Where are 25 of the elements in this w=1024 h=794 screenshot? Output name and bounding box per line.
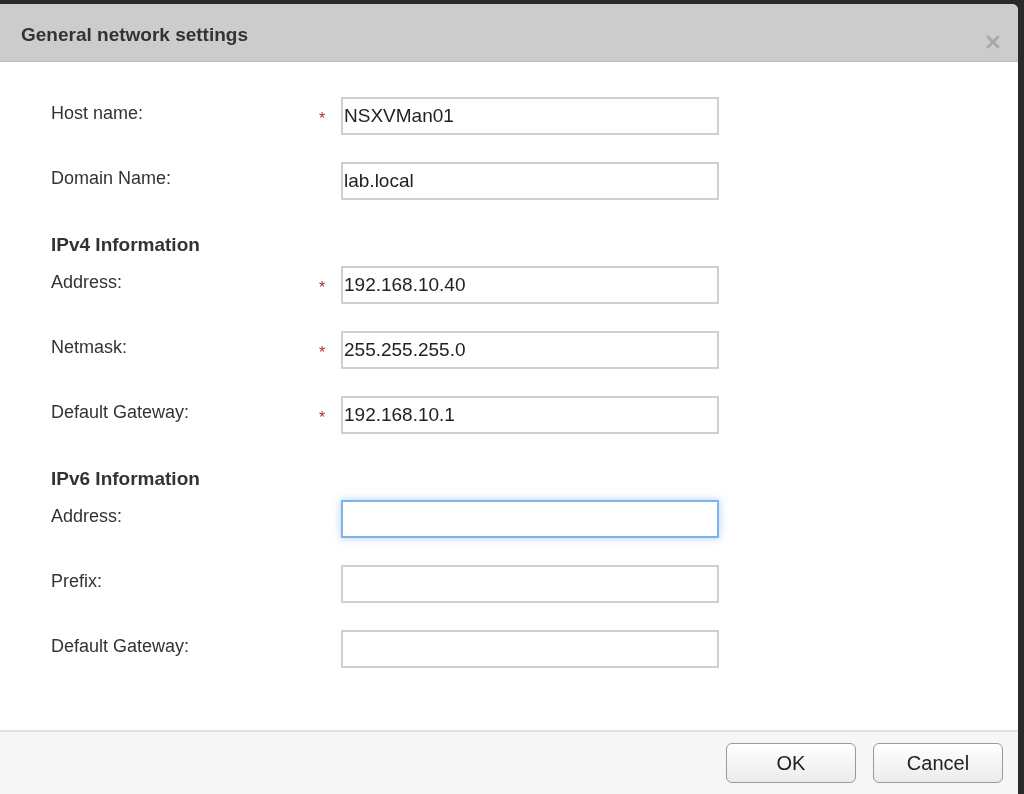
section-heading: IPv4 Information <box>51 233 200 257</box>
field-label: Default Gateway: <box>51 401 191 424</box>
input-field[interactable]: 192.168.10.1 <box>341 396 719 434</box>
field-label: Prefix: <box>51 570 103 593</box>
input-field[interactable] <box>341 500 719 538</box>
field-label: Netmask: <box>51 336 129 359</box>
field-label: Domain Name: <box>51 167 173 190</box>
input-field[interactable]: lab.local <box>341 162 719 200</box>
section-heading: IPv6 Information <box>51 467 200 491</box>
field-label: Address: <box>51 505 124 528</box>
required-mark: * <box>319 109 326 129</box>
field-label: Address: <box>51 271 124 294</box>
input-field[interactable] <box>341 630 719 668</box>
required-mark: * <box>319 278 326 298</box>
input-field[interactable]: 192.168.10.40 <box>341 266 719 304</box>
input-field[interactable]: 255.255.255.0 <box>341 331 719 369</box>
input-field[interactable] <box>341 565 719 603</box>
required-mark: * <box>319 343 326 363</box>
dialog-button[interactable]: Cancel <box>873 743 1003 783</box>
dialog-button[interactable]: OK <box>726 743 856 783</box>
required-mark: * <box>319 408 326 428</box>
field-label: Default Gateway: <box>51 635 191 658</box>
field-label: Host name: <box>51 102 145 125</box>
input-field[interactable]: NSXVMan01 <box>341 97 719 135</box>
dialog-title: General network settings <box>21 23 248 47</box>
